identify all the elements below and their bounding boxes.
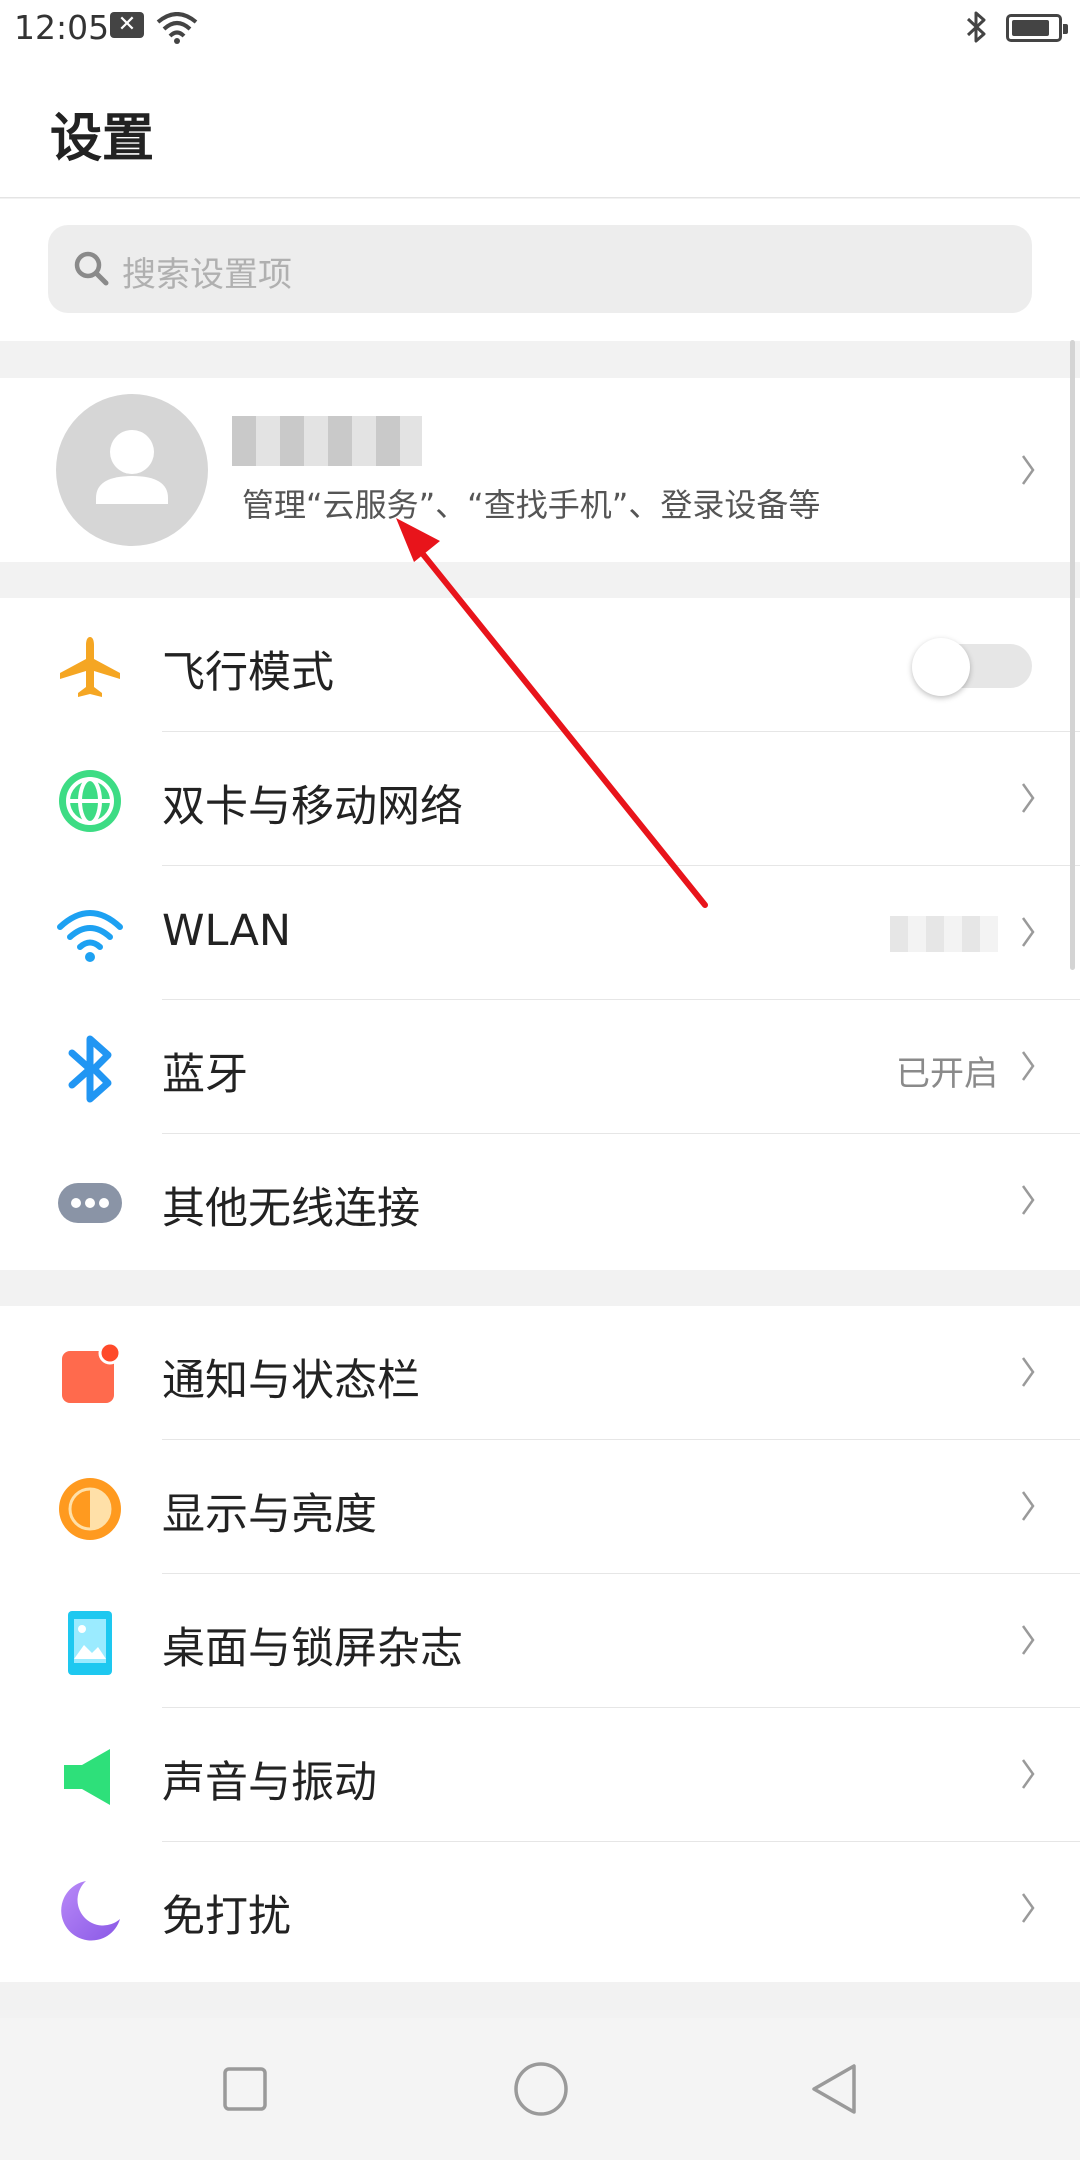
dual-sim-label: 双卡与移动网络: [162, 782, 463, 832]
other-wireless-label: 其他无线连接: [162, 1184, 420, 1234]
dnd-label: 免打扰: [162, 1892, 291, 1942]
sound-row[interactable]: 声音与振动: [0, 1708, 1080, 1842]
airplane-mode-label: 飞行模式: [162, 648, 334, 698]
wifi-icon: [57, 910, 123, 962]
globe-icon: [59, 770, 121, 832]
airplane-mode-row[interactable]: 飞行模式: [0, 598, 1080, 732]
speaker-icon: [64, 1749, 110, 1805]
chevron-right-icon: [1021, 917, 1035, 947]
app-header: 设置: [0, 56, 1080, 198]
wireless-group: 飞行模式 双卡与移动网络 WLAN 蓝牙 已开启 其他无线连接: [0, 598, 1080, 1270]
toggle-knob: [912, 638, 970, 696]
bluetooth-icon: [68, 1035, 112, 1103]
account-name-redacted: [232, 416, 422, 466]
wifi-status-icon: [156, 12, 198, 44]
chevron-right-icon: [1021, 1491, 1035, 1521]
sound-label: 声音与振动: [162, 1758, 377, 1808]
wlan-network-redacted: [890, 916, 998, 952]
settings-screen: 12:05 ✕ 设置 搜索设置项 管理“云服务”、“查找手机”、登录设备等 飞行…: [0, 0, 1080, 2160]
battery-icon: [1006, 14, 1068, 42]
account-row[interactable]: 管理“云服务”、“查找手机”、登录设备等: [0, 378, 1080, 562]
chevron-right-icon: [1021, 1759, 1035, 1789]
chevron-right-icon: [1021, 783, 1035, 813]
chevron-right-icon: [1021, 1893, 1035, 1923]
status-time: 12:05: [14, 8, 110, 47]
personal-group: 通知与状态栏 显示与亮度 桌面与锁屏杂志 声音与振动 免打扰: [0, 1306, 1080, 1982]
wallpaper-label: 桌面与锁屏杂志: [162, 1624, 463, 1674]
page-title: 设置: [50, 109, 155, 169]
chevron-right-icon: [1021, 455, 1035, 485]
battery-fill: [1012, 20, 1049, 36]
search-placeholder: 搜索设置项: [122, 255, 292, 295]
display-label: 显示与亮度: [162, 1490, 377, 1540]
display-row[interactable]: 显示与亮度: [0, 1440, 1080, 1574]
notifications-row[interactable]: 通知与状态栏: [0, 1306, 1080, 1440]
moon-icon: [61, 1881, 120, 1941]
chevron-right-icon: [1021, 1357, 1035, 1387]
user-icon: [96, 430, 168, 504]
status-bar: 12:05 ✕: [0, 0, 1080, 56]
close-box-icon: ✕: [110, 12, 144, 38]
chevron-right-icon: [1021, 1051, 1035, 1081]
account-subtitle: 管理“云服务”、“查找手机”、登录设备等: [242, 486, 821, 524]
wlan-label: WLAN: [162, 906, 292, 956]
home-button[interactable]: [506, 2054, 576, 2124]
scrollbar[interactable]: [1070, 340, 1075, 970]
notification-icon: [62, 1341, 122, 1403]
wallpaper-row[interactable]: 桌面与锁屏杂志: [0, 1574, 1080, 1708]
recent-apps-button[interactable]: [210, 2054, 280, 2124]
search-icon: [74, 251, 109, 286]
bluetooth-status: 已开启: [896, 1054, 998, 1094]
avatar[interactable]: [56, 394, 208, 546]
notifications-label: 通知与状态栏: [162, 1356, 420, 1406]
back-button[interactable]: [800, 2054, 870, 2124]
other-wireless-row[interactable]: 其他无线连接: [0, 1134, 1080, 1268]
dual-sim-row[interactable]: 双卡与移动网络: [0, 732, 1080, 866]
wlan-row[interactable]: WLAN: [0, 866, 1080, 1000]
airplane-icon: [60, 637, 120, 697]
more-icon: [58, 1183, 122, 1223]
wallpaper-icon: [68, 1611, 112, 1675]
bluetooth-label: 蓝牙: [162, 1050, 248, 1100]
bluetooth-status-icon: [966, 11, 986, 43]
airplane-mode-toggle[interactable]: [912, 638, 1032, 696]
brightness-icon: [59, 1478, 121, 1540]
bluetooth-row[interactable]: 蓝牙 已开启: [0, 1000, 1080, 1134]
navigation-bar: [0, 2018, 1080, 2160]
search-area: 搜索设置项: [0, 199, 1080, 341]
chevron-right-icon: [1021, 1185, 1035, 1215]
dnd-row[interactable]: 免打扰: [0, 1842, 1080, 1976]
chevron-right-icon: [1021, 1625, 1035, 1655]
search-input[interactable]: 搜索设置项: [48, 225, 1032, 313]
